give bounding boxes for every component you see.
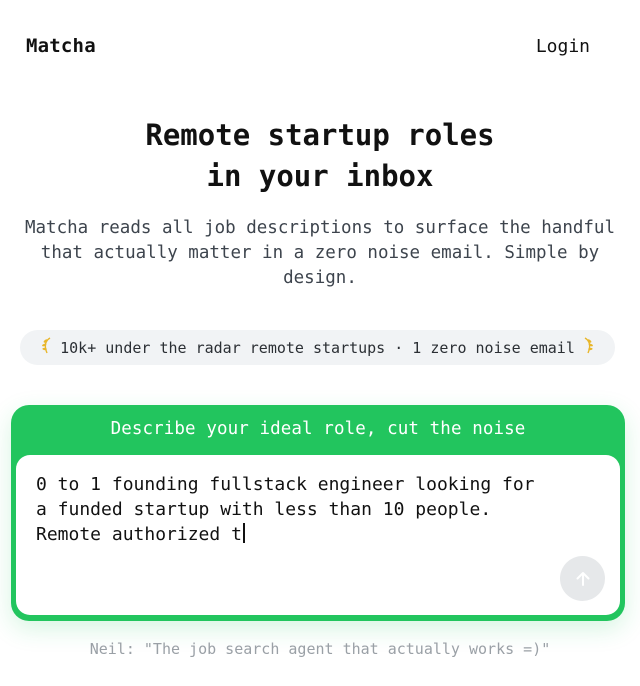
hero-title: Remote startup roles in your inbox [0, 115, 640, 197]
hero-subtitle: Matcha reads all job descriptions to sur… [24, 218, 615, 288]
social-proof-badge: 10k+ under the radar remote startups · 1… [20, 330, 615, 365]
role-prompt-input[interactable]: 0 to 1 founding fullstack engineer looki… [16, 455, 620, 615]
role-prompt-value: 0 to 1 founding fullstack engineer looki… [36, 474, 546, 545]
laurel-right-icon [583, 337, 594, 358]
top-nav: Matcha Login [26, 30, 590, 62]
submit-button[interactable] [560, 556, 605, 601]
brand-logo[interactable]: Matcha [26, 35, 96, 57]
laurel-left-icon [41, 337, 52, 358]
role-prompt-text[interactable]: 0 to 1 founding fullstack engineer looki… [36, 472, 556, 547]
landing-page: Matcha Login Remote startup roles in you… [0, 0, 640, 686]
hero-title-line-1: Remote startup roles [145, 118, 495, 152]
arrow-up-icon [576, 571, 589, 586]
card-title: Describe your ideal role, cut the noise [110, 419, 526, 439]
testimonial-quote: Neil: "The job search agent that actuall… [89, 640, 551, 658]
badge-text: 10k+ under the radar remote startups · 1… [60, 338, 575, 357]
text-caret [242, 523, 245, 543]
login-link[interactable]: Login [536, 36, 590, 57]
role-prompt-card: Describe your ideal role, cut the noise … [11, 405, 625, 621]
hero-title-line-2: in your inbox [206, 159, 434, 193]
